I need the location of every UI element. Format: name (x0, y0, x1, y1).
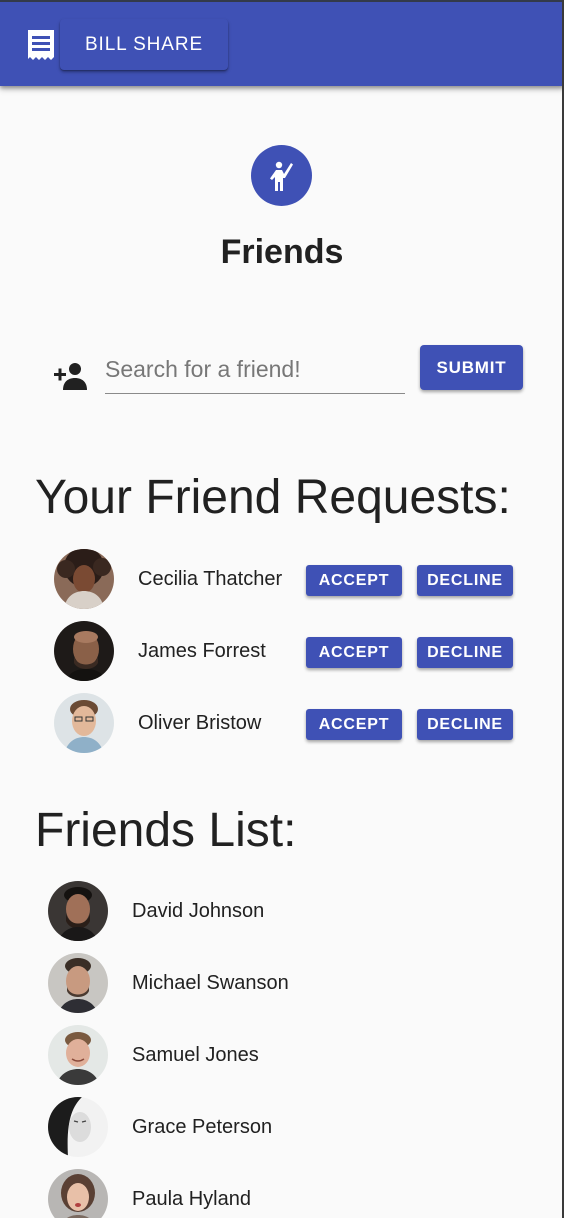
avatar (54, 621, 114, 681)
avatar (48, 953, 108, 1013)
request-name: Cecilia Thatcher (138, 568, 283, 590)
window-top-edge (0, 0, 564, 2)
accept-button[interactable]: ACCEPT (306, 709, 402, 740)
avatar (48, 1169, 108, 1218)
app-bar: BILL SHARE (0, 0, 564, 86)
person-waving-icon (251, 145, 312, 206)
friend-name: Samuel Jones (132, 1044, 259, 1066)
friend-name: Michael Swanson (132, 972, 289, 994)
friend-name: Grace Peterson (132, 1116, 273, 1138)
person-add-icon (53, 360, 91, 392)
accept-button[interactable]: ACCEPT (306, 637, 402, 668)
decline-button[interactable]: DECLINE (417, 709, 513, 740)
page-title: Friends (220, 233, 344, 271)
decline-button[interactable]: DECLINE (417, 565, 513, 596)
bill-share-home-button[interactable]: BILL SHARE (60, 19, 228, 70)
decline-button[interactable]: DECLINE (417, 637, 513, 668)
request-name: Oliver Bristow (138, 712, 262, 734)
avatar (48, 1097, 108, 1157)
avatar (54, 549, 114, 609)
friend-name: Paula Hyland (132, 1188, 251, 1210)
friends-list-heading: Friends List: (35, 804, 297, 857)
friend-requests-heading: Your Friend Requests: (35, 471, 511, 524)
receipt-icon[interactable] (27, 30, 55, 60)
friend-search-input[interactable] (105, 350, 405, 394)
friend-name: David Johnson (132, 900, 265, 922)
avatar (48, 881, 108, 941)
accept-button[interactable]: ACCEPT (306, 565, 402, 596)
avatar (48, 1025, 108, 1085)
submit-button[interactable]: SUBMIT (420, 345, 523, 390)
request-name: James Forrest (138, 640, 266, 662)
avatar (54, 693, 114, 753)
